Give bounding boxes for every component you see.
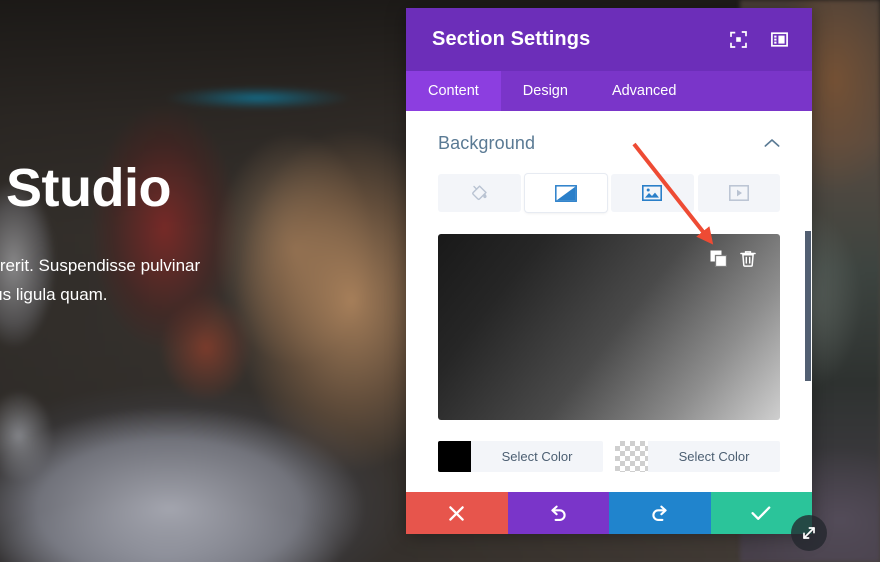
gradient-color-stops: Select Color Select Color (438, 441, 780, 472)
gradient-preview-tools (710, 250, 756, 272)
redo-button[interactable] (609, 492, 711, 534)
gradient-color-stop-2: Select Color (615, 441, 780, 472)
gradient-color-stop-1: Select Color (438, 441, 603, 472)
duplicate-gradient-icon[interactable] (710, 250, 728, 272)
check-icon (751, 506, 771, 520)
background-gradient-tab[interactable] (524, 174, 607, 212)
background-image-tab[interactable] (611, 174, 694, 212)
panel-title: Section Settings (432, 28, 591, 50)
panel-header: Section Settings (406, 8, 812, 71)
undo-icon (551, 505, 566, 521)
panel-layout-icon[interactable] (771, 31, 788, 48)
select-color-button-start[interactable]: Select Color (471, 441, 603, 472)
panel-body: Background Select Color Select Color (406, 111, 812, 534)
cancel-button[interactable] (406, 492, 508, 534)
panel-scrollbar-track[interactable] (805, 231, 811, 534)
background-color-tab[interactable] (438, 174, 521, 212)
color-swatch-start[interactable] (438, 441, 471, 472)
close-icon (449, 505, 464, 521)
hero-paragraph-line-1: hendrerit. Suspendisse pulvinar (0, 255, 201, 275)
hero-text-block: y Studio hendrerit. Suspendisse pulvinar… (0, 160, 362, 310)
color-swatch-end[interactable] (615, 441, 648, 472)
diagonal-resize-icon (803, 527, 815, 539)
undo-button[interactable] (507, 492, 609, 534)
select-color-button-end[interactable]: Select Color (648, 441, 780, 472)
background-section-title: Background (438, 133, 536, 153)
section-settings-panel: Section Settings Content Design Advanced… (406, 8, 812, 534)
resize-handle[interactable] (791, 515, 827, 551)
delete-gradient-icon[interactable] (740, 250, 756, 272)
tab-content[interactable]: Content (406, 71, 501, 111)
panel-action-bar (406, 492, 812, 534)
gradient-preview[interactable] (438, 234, 780, 420)
panel-tabs: Content Design Advanced (406, 71, 812, 111)
panel-header-actions (730, 31, 788, 48)
redo-icon (652, 505, 667, 521)
tab-advanced[interactable]: Advanced (590, 71, 699, 111)
chevron-up-icon[interactable] (764, 135, 780, 153)
background-video-tab[interactable] (697, 174, 780, 212)
background-type-tabs (438, 174, 780, 212)
hero-title: y Studio (0, 158, 172, 218)
background-section-header[interactable]: Background (438, 111, 780, 174)
tab-design[interactable]: Design (501, 71, 590, 111)
hero-paragraph-line-2: finibus ligula quam. (0, 285, 108, 305)
panel-scrollbar-thumb[interactable] (805, 231, 811, 381)
screen: y Studio hendrerit. Suspendisse pulvinar… (0, 0, 880, 562)
focus-target-icon[interactable] (730, 31, 747, 48)
